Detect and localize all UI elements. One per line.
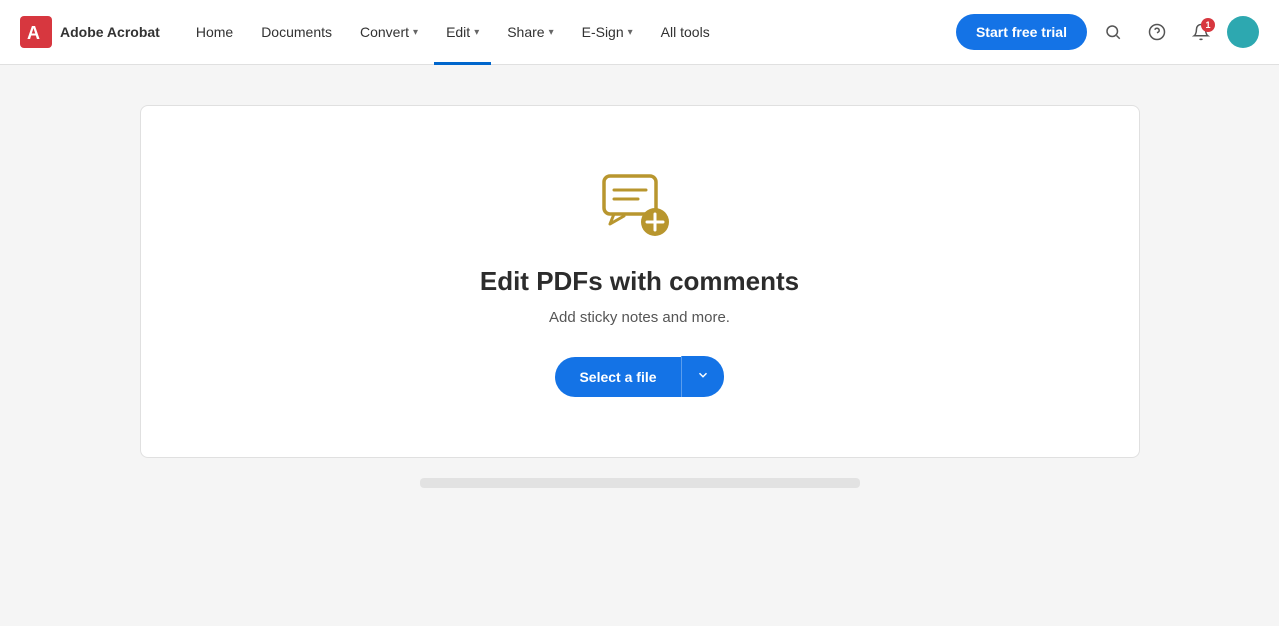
- select-file-button[interactable]: Select a file: [555, 357, 680, 397]
- help-icon: [1148, 23, 1166, 41]
- notifications-button[interactable]: 1: [1183, 14, 1219, 50]
- svg-text:A: A: [27, 23, 40, 43]
- main-card: Edit PDFs with comments Add sticky notes…: [140, 105, 1140, 458]
- nav-home[interactable]: Home: [184, 0, 245, 65]
- logo-area[interactable]: A Adobe Acrobat: [20, 16, 160, 48]
- chevron-down-icon: [696, 368, 710, 382]
- search-icon: [1104, 23, 1122, 41]
- select-file-dropdown-button[interactable]: [681, 356, 724, 397]
- avatar[interactable]: [1227, 16, 1259, 48]
- nav-links: Home Documents Convert ▾ Edit ▾ Share ▾ …: [184, 0, 722, 65]
- share-chevron-icon: ▾: [549, 27, 554, 38]
- nav-convert-label: Convert: [360, 24, 409, 40]
- navbar-right: Start free trial 1: [956, 14, 1259, 50]
- adobe-logo-icon: A: [20, 16, 52, 48]
- card-title: Edit PDFs with comments: [480, 266, 799, 297]
- nav-edit[interactable]: Edit ▾: [434, 0, 491, 65]
- nav-convert[interactable]: Convert ▾: [348, 0, 430, 65]
- notification-badge: 1: [1201, 18, 1215, 32]
- nav-esign[interactable]: E-Sign ▾: [570, 0, 645, 65]
- nav-esign-label: E-Sign: [582, 24, 624, 40]
- edit-chevron-icon: ▾: [474, 27, 479, 38]
- page-content: Edit PDFs with comments Add sticky notes…: [0, 65, 1279, 508]
- app-name: Adobe Acrobat: [60, 24, 160, 40]
- navbar: A Adobe Acrobat Home Documents Convert ▾…: [0, 0, 1279, 65]
- start-trial-button[interactable]: Start free trial: [956, 14, 1087, 50]
- nav-edit-label: Edit: [446, 24, 470, 40]
- feature-icon-container: [600, 166, 680, 246]
- nav-share-label: Share: [507, 24, 544, 40]
- nav-alltools[interactable]: All tools: [649, 0, 722, 65]
- select-file-group: Select a file: [555, 356, 723, 397]
- card-subtitle: Add sticky notes and more.: [549, 309, 730, 326]
- navbar-left: A Adobe Acrobat Home Documents Convert ▾…: [20, 0, 956, 65]
- convert-chevron-icon: ▾: [413, 27, 418, 38]
- nav-documents[interactable]: Documents: [249, 0, 344, 65]
- bottom-strip: [420, 478, 860, 488]
- nav-share[interactable]: Share ▾: [495, 0, 565, 65]
- comments-icon: [600, 170, 680, 242]
- esign-chevron-icon: ▾: [628, 27, 633, 38]
- search-button[interactable]: [1095, 14, 1131, 50]
- help-button[interactable]: [1139, 14, 1175, 50]
